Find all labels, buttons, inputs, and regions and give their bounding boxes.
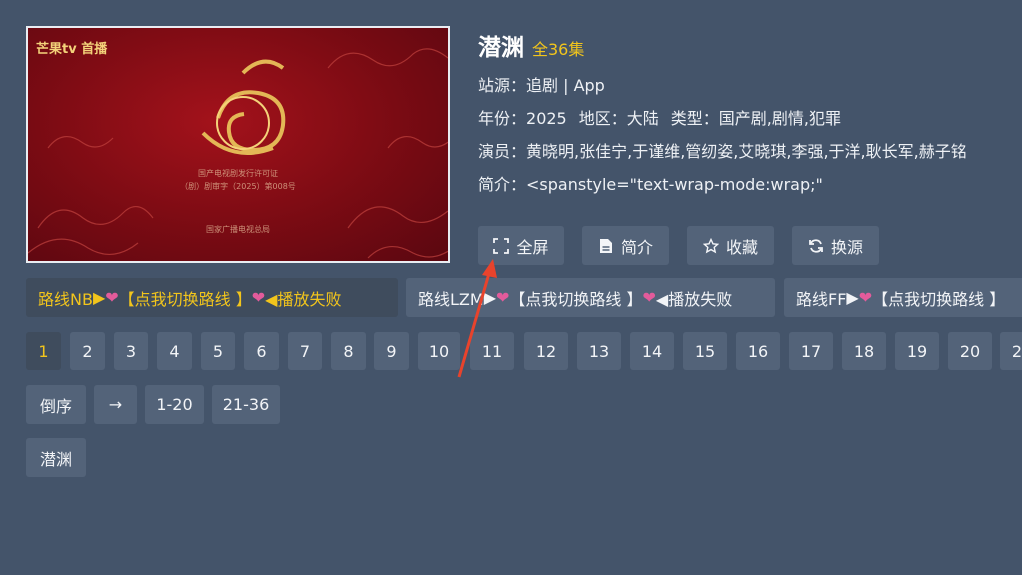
arrow-right-icon[interactable]: → [94,385,137,424]
episode-button-11[interactable]: 11 [470,332,514,370]
reverse-order-button[interactable]: 倒序 [26,385,86,424]
episode-button-14[interactable]: 14 [630,332,674,370]
refresh-icon [808,238,824,254]
year-label: 年份： [478,109,527,128]
play-arrow-icon: ▶ [846,288,859,307]
route-name: 路线FF [796,289,847,309]
route-switch-text: 【点我切换路线 】 [509,289,643,309]
poster-image[interactable]: 芒果tv 首播 国产电视剧发行许可证 （剧）剧审字（2025）第008号 国家广… [26,26,450,263]
source-label: 站源： [478,76,527,95]
poster-permit-line-1: 国产电视剧发行许可证 [198,169,278,178]
range-21-36-button[interactable]: 21-36 [212,385,280,424]
type-value: 国产剧,剧情,犯罪 [718,109,841,128]
episode-button-15[interactable]: 15 [683,332,727,370]
intro-value: <spanstyle="text-wrap-mode:wrap;" [526,175,823,194]
type-label: 类型： [670,109,719,128]
episode-button-18[interactable]: 18 [842,332,886,370]
intro-label: 简介 [620,237,653,257]
intro-line: 简介：<spanstyle="text-wrap-mode:wrap;" [478,171,967,195]
page-title: 潜渊 [478,35,524,61]
star-icon [702,237,719,254]
intro-label: 简介： [478,175,527,194]
fullscreen-button[interactable]: 全屏 [478,226,564,265]
region-value: 大陆 [626,109,659,128]
episode-button-2[interactable]: 2 [70,332,105,370]
cast-line: 演员：黄晓明,张佳宁,于谨维,管纫姿,艾晓琪,李强,于洋,耿长军,赫子铭 [478,138,967,162]
document-icon [598,238,614,254]
episode-button-13[interactable]: 13 [577,332,621,370]
heart-icon: ❤ [251,288,266,307]
episode-button-16[interactable]: 16 [736,332,780,370]
poster-footer: 国家广播电视总局 [206,225,270,234]
route-name: 路线NB [38,289,93,309]
cast-value: 黄晓明,张佳宁,于谨维,管纫姿,艾晓琪,李强,于洋,耿长军,赫子铭 [526,142,967,161]
play-arrow-icon: ▶ [92,288,106,307]
route-status: ◀播放失败 [265,289,342,309]
route-switch-text: 【点我切换路线 】 [118,289,252,309]
favorite-button[interactable]: 收藏 [687,226,774,265]
fullscreen-label: 全屏 [516,237,549,257]
switch-source-label: 换源 [830,237,863,257]
play-arrow-icon: ▶ [483,288,496,307]
route-item-ff[interactable]: 路线FF ▶ ❤ 【点我切换路线 】 [784,278,1022,317]
episode-button-4[interactable]: 4 [157,332,192,370]
episode-button-19[interactable]: 19 [895,332,939,370]
episode-button-9[interactable]: 9 [374,332,409,370]
route-switch-text: 【点我切换路线 】 [872,289,1006,309]
heart-icon: ❤ [105,288,119,307]
poster-logo: 芒果tv 首播 [36,42,108,57]
range-1-20-button[interactable]: 1-20 [145,385,204,424]
episode-button-6[interactable]: 6 [244,332,279,370]
source-value: 追剧 | App [526,76,605,95]
episode-button-1[interactable]: 1 [26,332,61,370]
route-item-nb[interactable]: 路线NB ▶ ❤ 【点我切换路线 】 ❤ ◀播放失败 [26,278,398,317]
episode-button-8[interactable]: 8 [331,332,366,370]
region-label: 地区： [578,109,627,128]
source-line: 站源：追剧 | App [478,72,967,96]
episode-button-7[interactable]: 7 [288,332,322,370]
fullscreen-icon [493,237,510,254]
episode-button-17[interactable]: 17 [789,332,833,370]
route-status: ◀播放失败 [655,289,733,309]
episode-button-20[interactable]: 20 [948,332,992,370]
meta-line: 年份：2025 地区：大陆 类型：国产剧,剧情,犯罪 [478,105,967,129]
detail-panel: 潜渊 全36集 站源：追剧 | App 年份：2025 地区：大陆 类型：国产剧,剧… [478,28,967,195]
route-item-lzm[interactable]: 路线LZM ▶ ❤ 【点我切换路线 】 ❤ ◀播放失败 [406,278,775,317]
switch-source-button[interactable]: 换源 [792,226,879,265]
episode-button-12[interactable]: 12 [524,332,568,370]
heart-icon: ❤ [858,288,873,307]
year-value: 2025 [526,109,567,128]
poster-permit-line-2: （剧）剧审字（2025）第008号 [180,182,296,191]
episode-button-10[interactable]: 10 [418,332,460,370]
episode-button-21[interactable]: 21 [1000,332,1022,370]
episode-count: 全36集 [532,40,585,59]
heart-icon: ❤ [642,288,656,307]
cast-label: 演员： [478,142,527,161]
route-name: 路线LZM [418,289,484,309]
intro-button[interactable]: 简介 [582,226,669,265]
related-item[interactable]: 潜渊 [26,438,86,477]
episode-button-3[interactable]: 3 [114,332,148,370]
heart-icon: ❤ [496,288,510,307]
episode-button-5[interactable]: 5 [201,332,235,370]
favorite-label: 收藏 [725,237,758,257]
